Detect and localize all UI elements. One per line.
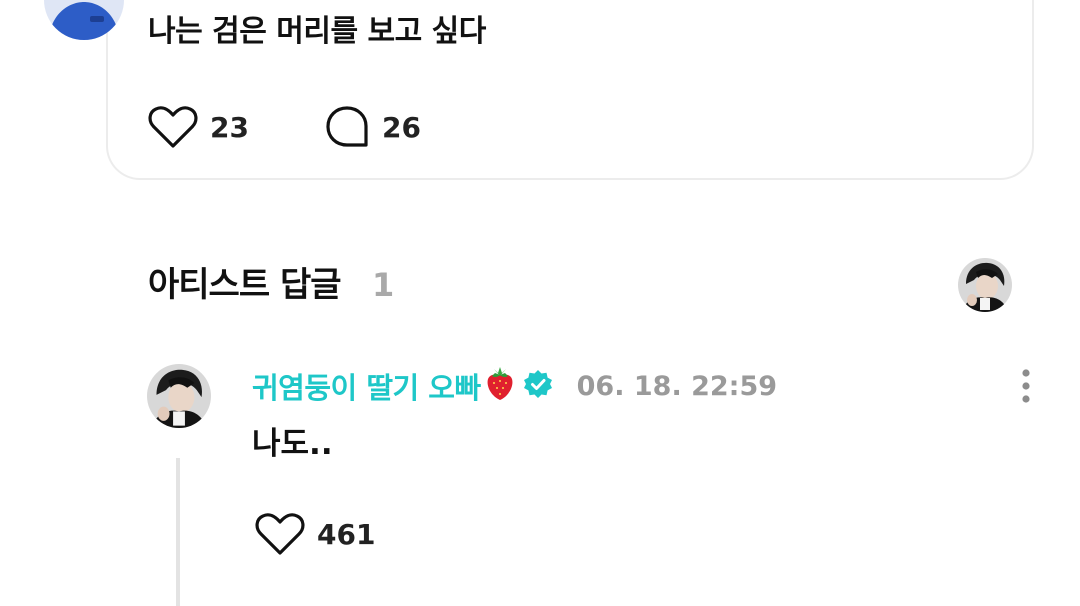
thread-line	[176, 458, 180, 606]
strawberry-icon	[487, 367, 513, 400]
speech-bubble-icon	[326, 106, 368, 147]
post-comment-count: 26	[382, 110, 421, 144]
artist-reply-title: 아티스트 답글	[148, 265, 342, 305]
post-text: 나는 검은 머리를 보고 싶다	[148, 14, 486, 49]
post-like-button[interactable]: 23	[148, 105, 249, 149]
verified-badge-icon	[523, 369, 553, 403]
more-options-button[interactable]	[1010, 368, 1042, 404]
heart-outline-icon	[148, 106, 198, 148]
post-comment-button[interactable]: 26	[324, 105, 421, 149]
reply-like-count: 461	[317, 517, 376, 551]
strawberry-emoji	[483, 366, 517, 406]
reply-like-button[interactable]: 461	[255, 512, 375, 556]
artist-reply-count: 1	[372, 266, 395, 304]
post-like-count: 23	[210, 110, 249, 144]
avatar-image	[147, 364, 211, 428]
vertical-dots-icon	[1022, 369, 1030, 403]
reply-author-avatar[interactable]	[147, 364, 211, 428]
heart-outline-icon	[255, 513, 305, 555]
reply-text: 나도..	[252, 426, 333, 462]
artist-avatar[interactable]	[958, 258, 1012, 312]
reply-author-name[interactable]: 귀염둥이 딸기 오빠	[252, 365, 481, 407]
reply-timestamp: 06. 18. 22:59	[576, 370, 778, 402]
avatar-image	[958, 258, 1012, 312]
reply-header: 귀염둥이 딸기 오빠 06. 18. 22:59	[252, 364, 777, 408]
